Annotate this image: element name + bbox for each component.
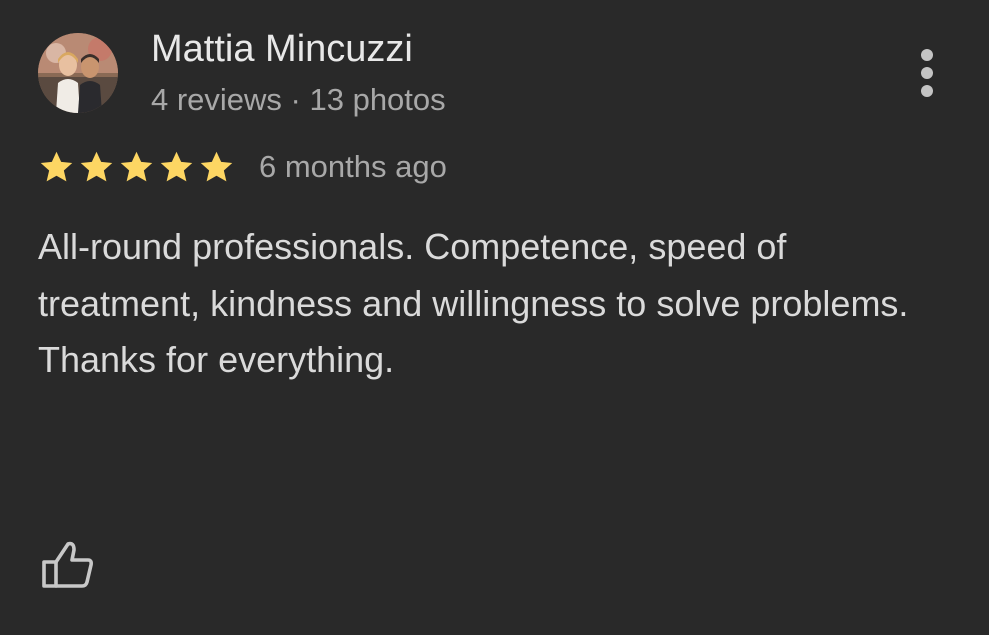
review-paragraph: Thanks for everything. [38,339,395,380]
star-icon [160,151,193,182]
reviewer-avatar[interactable] [38,33,118,113]
reviewer-name[interactable]: Mattia Mincuzzi [151,27,413,71]
rating-row: 6 months ago [38,145,447,189]
more-vert-icon [921,49,933,61]
star-rating [38,149,235,185]
review-paragraph: All-round professionals. Competence, spe… [38,226,909,324]
like-button[interactable] [38,538,98,594]
more-options-button[interactable] [906,45,948,101]
star-icon [40,151,73,182]
review-date: 6 months ago [259,149,447,184]
star-icon [120,151,153,182]
reviewer-stats: 4 reviews · 13 photos [151,82,446,117]
thumb-up-outline-icon [42,541,93,588]
star-icon [200,151,233,182]
star-icon [80,151,113,182]
review-text: All-round professionals. Competence, spe… [38,219,938,389]
